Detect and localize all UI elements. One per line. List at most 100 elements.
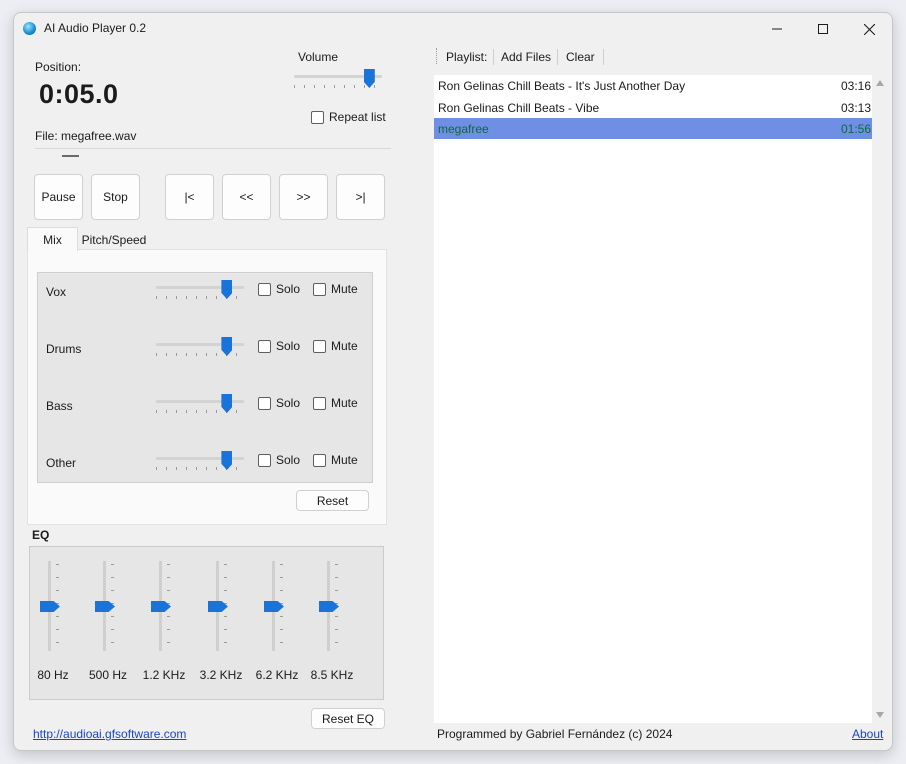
eq-band-slider-1[interactable] xyxy=(40,561,60,651)
repeat-list-label: Repeat list xyxy=(329,110,386,124)
playlist-item[interactable]: Ron Gelinas Chill Beats - It's Just Anot… xyxy=(434,75,872,96)
scroll-up-arrow-icon[interactable] xyxy=(876,80,884,86)
eq-band-slider-4[interactable] xyxy=(208,561,228,651)
solo-checkbox-drums[interactable]: Solo xyxy=(258,339,300,353)
maximize-button[interactable] xyxy=(800,13,846,45)
mute-box[interactable] xyxy=(313,282,326,296)
app-globe-icon xyxy=(23,22,36,35)
mute-label: Mute xyxy=(331,396,358,410)
solo-box[interactable] xyxy=(258,396,271,410)
playlist-label: Playlist: xyxy=(446,50,488,64)
solo-label: Solo xyxy=(276,396,301,410)
playlist-item[interactable]: megafree 01:56 xyxy=(434,118,872,139)
position-label: Position: xyxy=(35,60,82,74)
rewind-button[interactable]: << xyxy=(222,174,271,220)
channel-volume-slider-drums[interactable] xyxy=(156,337,244,359)
minimize-button[interactable] xyxy=(754,13,800,45)
solo-box[interactable] xyxy=(258,339,271,353)
eq-band-slider-6[interactable] xyxy=(319,561,339,651)
mute-checkbox-drums[interactable]: Mute xyxy=(313,339,358,353)
eq-band-label: 500 Hz xyxy=(88,668,128,682)
about-link[interactable]: About xyxy=(852,727,883,741)
channel-name-drums: Drums xyxy=(46,342,82,356)
track-duration: 03:13 xyxy=(840,100,871,115)
channel-volume-slider-bass[interactable] xyxy=(156,394,244,416)
eq-band-label: 6.2 KHz xyxy=(255,668,299,682)
solo-label: Solo xyxy=(276,453,301,467)
reset-eq-button[interactable]: Reset EQ xyxy=(311,708,385,729)
mute-box[interactable] xyxy=(313,453,326,467)
fast-forward-button[interactable]: >> xyxy=(279,174,328,220)
solo-box[interactable] xyxy=(258,282,271,296)
solo-checkbox-bass[interactable]: Solo xyxy=(258,396,300,410)
eq-band-label: 80 Hz xyxy=(37,668,69,682)
credits-text: Programmed by Gabriel Fernández (c) 2024 xyxy=(437,727,673,741)
slider-ticks xyxy=(156,410,244,413)
track-title: Ron Gelinas Chill Beats - It's Just Anot… xyxy=(438,79,686,93)
mute-box[interactable] xyxy=(313,396,326,410)
eq-band-label: 8.5 KHz xyxy=(310,668,354,682)
mute-checkbox-other[interactable]: Mute xyxy=(313,453,358,467)
track-title: Ron Gelinas Chill Beats - Vibe xyxy=(438,100,600,115)
slider-ticks xyxy=(156,467,244,470)
add-files-button[interactable]: Add Files xyxy=(501,50,551,64)
toolbar-separator xyxy=(603,49,604,65)
close-button[interactable] xyxy=(846,13,892,45)
window-title: AI Audio Player 0.2 xyxy=(44,21,147,35)
skip-to-last-button[interactable]: >| xyxy=(336,174,385,220)
repeat-list-box[interactable] xyxy=(311,110,324,124)
volume-slider[interactable] xyxy=(294,69,382,91)
track-duration: 01:56 xyxy=(840,122,871,136)
toolbar-separator xyxy=(557,49,558,65)
clear-playlist-button[interactable]: Clear xyxy=(566,50,595,64)
playlist-item[interactable]: Ron Gelinas Chill Beats - Vibe 03:13 xyxy=(434,97,872,118)
mute-checkbox-bass[interactable]: Mute xyxy=(313,396,358,410)
eq-band-slider-5[interactable] xyxy=(264,561,284,651)
channel-volume-slider-other[interactable] xyxy=(156,451,244,473)
channel-name-vox: Vox xyxy=(46,285,67,299)
mute-label: Mute xyxy=(331,453,358,467)
close-icon xyxy=(863,23,875,35)
pause-button[interactable]: Pause xyxy=(34,174,83,220)
tab-pitch-speed[interactable]: Pitch/Speed xyxy=(78,230,150,250)
mute-label: Mute xyxy=(331,282,358,296)
reset-mix-button[interactable]: Reset xyxy=(296,490,369,511)
channel-name-other: Other xyxy=(46,456,77,470)
mute-checkbox-vox[interactable]: Mute xyxy=(313,282,358,296)
minimize-icon xyxy=(772,28,782,30)
solo-box[interactable] xyxy=(258,453,271,467)
stop-button[interactable]: Stop xyxy=(91,174,140,220)
eq-band-slider-2[interactable] xyxy=(95,561,115,651)
slider-ticks xyxy=(156,353,244,356)
app-window: AI Audio Player 0.2 Position: 0:05.0 Fil… xyxy=(13,12,893,751)
title-bar[interactable]: AI Audio Player 0.2 xyxy=(14,13,892,45)
channel-volume-slider-vox[interactable] xyxy=(156,280,244,302)
skip-to-first-button[interactable]: |< xyxy=(165,174,214,220)
repeat-list-checkbox[interactable]: Repeat list xyxy=(311,110,386,124)
tab-mix[interactable]: Mix xyxy=(27,227,78,251)
channel-name-bass: Bass xyxy=(46,399,73,413)
toolbar-separator xyxy=(493,49,494,65)
volume-label: Volume xyxy=(298,50,339,64)
eq-band-label: 1.2 KHz xyxy=(142,668,186,682)
eq-band-label: 3.2 KHz xyxy=(199,668,243,682)
solo-checkbox-other[interactable]: Solo xyxy=(258,453,300,467)
mute-label: Mute xyxy=(331,339,358,353)
seek-divider xyxy=(35,148,391,149)
scroll-down-arrow-icon[interactable] xyxy=(876,712,884,718)
eq-panel: 80 Hz 500 Hz 1.2 KHz 3.2 KHz 6.2 KHz 8.5 KHz xyxy=(29,546,384,700)
website-link[interactable]: http://audioai.gfsoftware.com xyxy=(33,727,186,741)
position-value: 0:05.0 xyxy=(39,79,119,109)
solo-label: Solo xyxy=(276,339,301,353)
file-label: File: megafree.wav xyxy=(35,129,137,143)
slider-ticks xyxy=(156,296,244,299)
solo-label: Solo xyxy=(276,282,301,296)
eq-title: EQ xyxy=(32,528,50,542)
playlist-list[interactable]: Ron Gelinas Chill Beats - It's Just Anot… xyxy=(434,75,872,723)
solo-checkbox-vox[interactable]: Solo xyxy=(258,282,300,296)
mute-box[interactable] xyxy=(313,339,326,353)
eq-band-slider-3[interactable] xyxy=(151,561,171,651)
seek-position-marker[interactable] xyxy=(62,155,79,157)
maximize-icon xyxy=(818,24,828,34)
track-duration: 03:16 xyxy=(840,79,871,93)
